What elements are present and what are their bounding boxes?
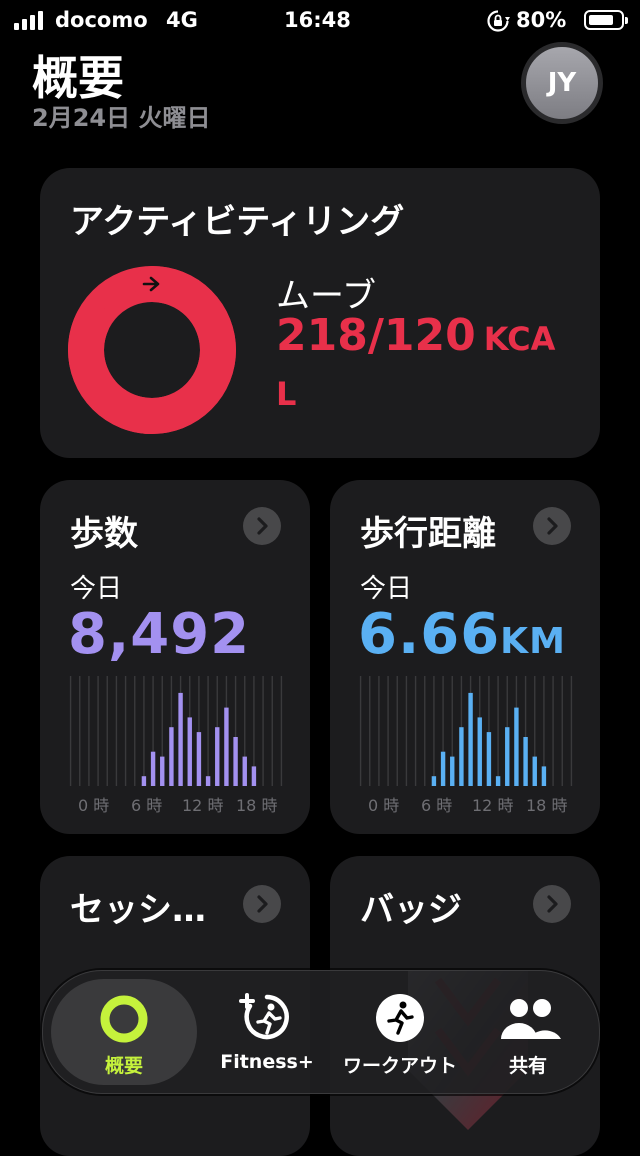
distance-period: 今日 bbox=[360, 574, 413, 604]
steps-bar bbox=[160, 756, 165, 786]
activity-rings-card[interactable]: アクティビティリング ムーブ 218/120 KCA L bbox=[40, 168, 600, 458]
distance-axis-12: 12 時 bbox=[472, 796, 514, 815]
chevron-right-icon bbox=[257, 895, 268, 913]
badges-card-title: バッジ bbox=[360, 890, 462, 930]
distance-axis-0: 0 時 bbox=[368, 796, 400, 815]
distance-bar bbox=[440, 751, 446, 786]
sessions-chevron-button[interactable] bbox=[243, 885, 281, 923]
steps-axis-6: 6 時 bbox=[131, 796, 163, 815]
steps-bar bbox=[215, 727, 220, 786]
distance-card-title: 歩行距離 bbox=[360, 514, 496, 554]
steps-axis-18: 18 時 bbox=[236, 796, 278, 815]
steps-hourly-chart bbox=[69, 676, 283, 786]
distance-bar bbox=[495, 776, 501, 786]
tab-workout[interactable]: ワークアウト bbox=[325, 979, 475, 1085]
distance-bar bbox=[532, 756, 537, 786]
steps-bar bbox=[169, 727, 174, 786]
steps-period: 今日 bbox=[70, 574, 123, 604]
steps-value: 8,492 bbox=[68, 602, 251, 667]
cellular-signal-icon bbox=[14, 10, 43, 30]
steps-bar bbox=[224, 707, 229, 786]
steps-bar bbox=[205, 776, 211, 786]
activity-card-title: アクティビティリング bbox=[70, 202, 405, 242]
distance-bar bbox=[468, 692, 473, 786]
distance-axis-18: 18 時 bbox=[526, 796, 568, 815]
steps-axis-0: 0 時 bbox=[78, 796, 110, 815]
steps-bar bbox=[178, 692, 183, 786]
distance-hourly-chart bbox=[359, 676, 573, 786]
tab-fitness-plus[interactable]: Fitness+ bbox=[197, 979, 337, 1085]
steps-bar bbox=[150, 751, 156, 786]
distance-bar bbox=[477, 717, 482, 786]
steps-bar bbox=[233, 737, 238, 786]
steps-bar bbox=[251, 766, 257, 786]
tab-bar: 概要 Fitness+ ワークアウト 共有 bbox=[42, 970, 600, 1094]
tab-sharing[interactable]: 共有 bbox=[463, 979, 593, 1085]
page-date: 2月24日 火曜日 bbox=[32, 104, 211, 132]
move-unit-part2: L bbox=[276, 375, 297, 413]
steps-card-title: 歩数 bbox=[70, 514, 138, 554]
distance-value-line: 6.66KM bbox=[358, 602, 566, 667]
battery-percent: 80% bbox=[516, 8, 567, 32]
steps-bar bbox=[141, 776, 147, 786]
sessions-card-title: セッシ… bbox=[70, 890, 206, 930]
steps-card[interactable]: 歩数 今日 8,492 0 時 6 時 12 時 18 時 bbox=[40, 480, 310, 834]
steps-bar bbox=[242, 756, 247, 786]
fitness-plus-icon bbox=[239, 993, 289, 1040]
distance-unit: KM bbox=[500, 621, 566, 662]
battery-fill bbox=[589, 15, 613, 25]
workout-runner-icon bbox=[376, 994, 424, 1042]
tab-overview-label: 概要 bbox=[104, 1055, 143, 1077]
move-value: 218/120 bbox=[276, 310, 476, 361]
distance-bar bbox=[431, 776, 437, 786]
distance-value: 6.66 bbox=[358, 602, 501, 667]
chevron-right-icon bbox=[547, 517, 558, 535]
tab-fitness-plus-label: Fitness+ bbox=[220, 1051, 314, 1073]
tab-workout-label: ワークアウト bbox=[342, 1055, 457, 1077]
steps-bar bbox=[187, 717, 192, 786]
sharing-people-icon bbox=[501, 999, 561, 1039]
steps-chevron-button[interactable] bbox=[243, 507, 281, 545]
distance-chevron-button[interactable] bbox=[533, 507, 571, 545]
chevron-right-icon bbox=[547, 895, 558, 913]
activity-ring-icon bbox=[100, 995, 148, 1043]
avatar-initials: JY bbox=[547, 68, 577, 98]
distance-bar bbox=[459, 727, 464, 786]
battery-icon bbox=[584, 10, 628, 30]
steps-bar bbox=[196, 732, 202, 786]
badges-chevron-button[interactable] bbox=[533, 885, 571, 923]
move-unit-part1: KCA bbox=[483, 320, 556, 358]
distance-bar bbox=[541, 766, 547, 786]
network-type: 4G bbox=[166, 8, 198, 32]
tab-sharing-label: 共有 bbox=[508, 1055, 547, 1077]
profile-avatar[interactable]: JY bbox=[521, 42, 603, 124]
steps-axis-12: 12 時 bbox=[182, 796, 224, 815]
move-value-line: 218/120 KCA bbox=[276, 310, 555, 365]
orientation-lock-icon bbox=[486, 9, 510, 37]
distance-bar bbox=[486, 732, 492, 786]
status-time: 16:48 bbox=[284, 8, 351, 32]
distance-bar bbox=[450, 756, 455, 786]
tab-overview[interactable]: 概要 bbox=[51, 979, 197, 1085]
distance-bar bbox=[505, 727, 510, 786]
distance-axis-6: 6 時 bbox=[421, 796, 453, 815]
walking-distance-card[interactable]: 歩行距離 今日 6.66KM 0 時 6 時 12 時 18 時 bbox=[330, 480, 600, 834]
distance-bar bbox=[523, 737, 528, 786]
distance-bar bbox=[514, 707, 519, 786]
move-ring bbox=[68, 266, 236, 434]
chevron-right-icon bbox=[257, 517, 268, 535]
carrier-name: docomo bbox=[55, 8, 148, 32]
